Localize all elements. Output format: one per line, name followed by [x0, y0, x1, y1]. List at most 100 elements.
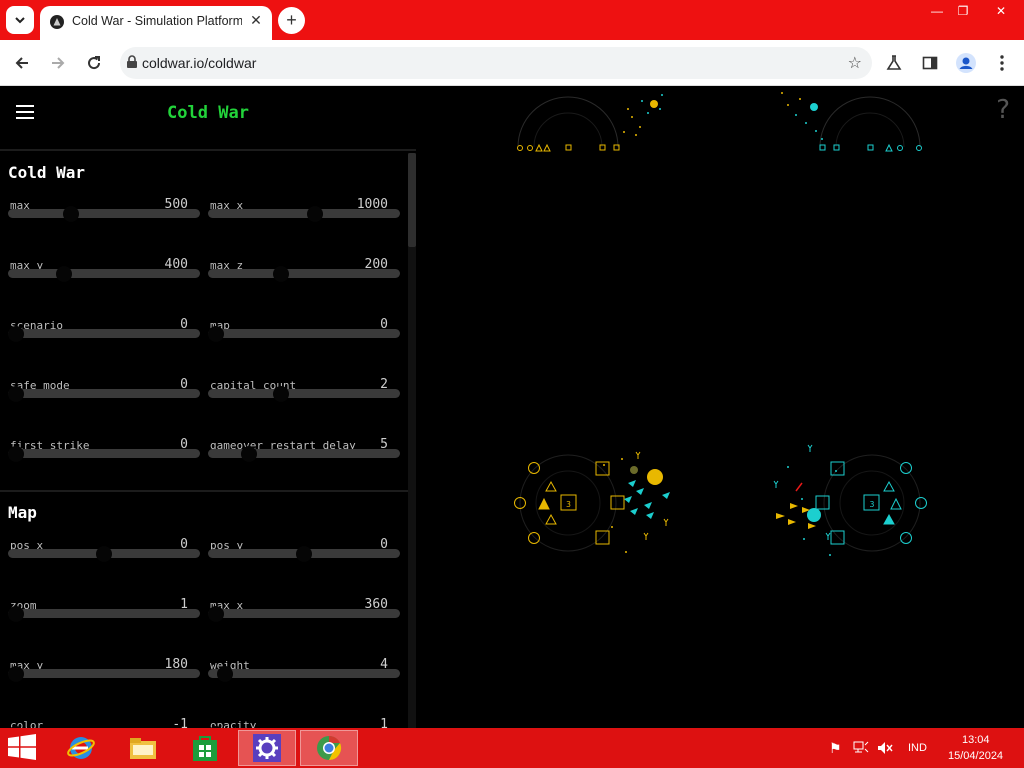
reload-button[interactable] [82, 51, 106, 75]
side-panel-shape-icon [922, 56, 938, 70]
tab-title: Cold War - Simulation Platform [72, 14, 242, 28]
arrow-left-icon [15, 57, 28, 69]
os-taskbar: ⚑ IND 13:04 15/04/2024 [0, 728, 1024, 768]
param-slider-thumb[interactable] [208, 606, 224, 622]
close-tab-icon[interactable]: ✕ [248, 13, 264, 29]
volume-muted-icon[interactable] [877, 741, 893, 755]
param-slider-track[interactable] [208, 329, 400, 338]
param-slider-track[interactable] [8, 389, 200, 398]
taskbar-settings[interactable] [238, 730, 296, 766]
clock-time[interactable]: 13:04 [962, 734, 990, 746]
param-slider-track[interactable] [8, 269, 200, 278]
simulation-canvas[interactable]: ? 3 3 [416, 87, 1024, 728]
param-slider-thumb[interactable] [241, 446, 257, 462]
param-max-z: max_z 200 [208, 257, 400, 319]
tab-search-button[interactable] [6, 6, 34, 34]
param-color: color -1 [8, 717, 200, 728]
site-info-icon[interactable] [126, 55, 138, 69]
taskbar-chrome[interactable] [300, 730, 358, 766]
param-max-y: max_y 180 [8, 657, 200, 719]
store-bag-icon [193, 736, 217, 761]
forward-button[interactable] [46, 51, 70, 75]
param-slider-thumb[interactable] [8, 326, 24, 342]
browser-menu-icon[interactable] [991, 52, 1013, 74]
param-slider-track[interactable] [208, 609, 400, 618]
param-slider-track[interactable] [208, 389, 400, 398]
new-tab-button[interactable]: + [278, 7, 305, 34]
param-slider-thumb[interactable] [8, 446, 24, 462]
param-slider-track[interactable] [208, 669, 400, 678]
clock-date[interactable]: 15/04/2024 [948, 750, 1003, 762]
battle-map: 3 3 [514, 92, 927, 556]
param-slider-track[interactable] [208, 269, 400, 278]
back-button[interactable] [10, 51, 34, 75]
flask-icon [886, 55, 902, 70]
address-bar[interactable]: coldwar.io/coldwar ☆ [120, 47, 872, 79]
param-zoom: zoom 1 [8, 597, 200, 659]
folder-icon [130, 738, 156, 759]
param-slider-thumb[interactable] [296, 546, 312, 562]
kebab-dots-icon [1000, 55, 1004, 71]
taskbar-store[interactable] [176, 730, 234, 766]
param-slider-thumb[interactable] [56, 266, 72, 282]
help-question-icon[interactable]: ? [996, 95, 1010, 125]
taskbar-file-explorer[interactable] [114, 730, 172, 766]
cyan-silo-top [819, 96, 922, 152]
param-capital-count: capital_count 2 [208, 377, 400, 439]
param-slider-thumb[interactable] [8, 666, 24, 682]
settings-sidebar: Cold War Cold War max 500 max_x 1000 max_y 40… [0, 87, 416, 728]
param-value: -1 [172, 717, 188, 728]
profile-avatar-icon[interactable] [955, 52, 977, 74]
param-slider-thumb[interactable] [8, 606, 24, 622]
browser-tab-active[interactable]: Cold War - Simulation Platform ✕ [40, 6, 272, 40]
param-max-y: max_y 400 [8, 257, 200, 319]
reload-icon [88, 56, 101, 70]
param-pos-x: pos_x 0 [8, 537, 200, 599]
param-slider-thumb[interactable] [273, 386, 289, 402]
section-title: Cold War [8, 163, 86, 182]
param-slider-thumb[interactable] [63, 206, 79, 222]
bookmark-star-icon[interactable]: ☆ [848, 53, 862, 72]
param-slider-thumb[interactable] [273, 266, 289, 282]
labs-flask-icon[interactable] [883, 52, 905, 74]
section-map: Map pos_x 0 pos_y 0 zoom 1 max_x 360 max_y 180 wei… [0, 493, 408, 728]
battle-units [603, 444, 837, 556]
site-favicon-icon [50, 15, 64, 29]
param-slider-thumb[interactable] [217, 666, 233, 682]
flag-icon[interactable]: ⚑ [829, 740, 842, 757]
yellow-silo-top [517, 96, 620, 152]
start-button[interactable] [8, 734, 40, 762]
param-slider-track[interactable] [8, 669, 200, 678]
param-weight: weight 4 [208, 657, 400, 719]
param-slider-thumb[interactable] [208, 326, 224, 342]
param-slider-track[interactable] [208, 209, 400, 218]
sidebar-scrollbar-thumb[interactable] [408, 153, 416, 247]
arrow-right-icon [52, 57, 65, 69]
section-cold-war: Cold War max 500 max_x 1000 max_y 400 max_z 200… [0, 153, 408, 491]
param-slider-track[interactable] [8, 449, 200, 458]
language-indicator[interactable]: IND [908, 742, 927, 754]
param-slider-thumb[interactable] [307, 206, 323, 222]
explosion-particles-top [623, 92, 823, 140]
close-window-button[interactable]: ✕ [986, 0, 1016, 22]
param-slider-track[interactable] [8, 209, 200, 218]
side-panel-icon[interactable] [919, 52, 941, 74]
restore-button[interactable]: ❐ [948, 0, 978, 22]
browser-tab-bar: Cold War - Simulation Platform ✕ + — ❐ ✕ [0, 0, 1024, 40]
network-icon[interactable] [853, 741, 869, 755]
param-slider-thumb[interactable] [8, 386, 24, 402]
param-opacity: opacity 1 [208, 717, 400, 728]
browser-globe-icon [317, 735, 342, 761]
param-slider-track[interactable] [8, 329, 200, 338]
param-value: 1 [380, 717, 388, 728]
param-slider-thumb[interactable] [96, 546, 112, 562]
app-title: Cold War [167, 103, 249, 123]
chevron-down-icon [15, 17, 25, 24]
taskbar-internet-explorer[interactable] [52, 730, 110, 766]
param-max-x: max_x 360 [208, 597, 400, 659]
internet-explorer-icon [67, 737, 95, 759]
windows-logo-icon [8, 734, 36, 760]
param-slider-track[interactable] [8, 609, 200, 618]
param-map: map 0 [208, 317, 400, 379]
param-slider-track[interactable] [208, 449, 400, 458]
